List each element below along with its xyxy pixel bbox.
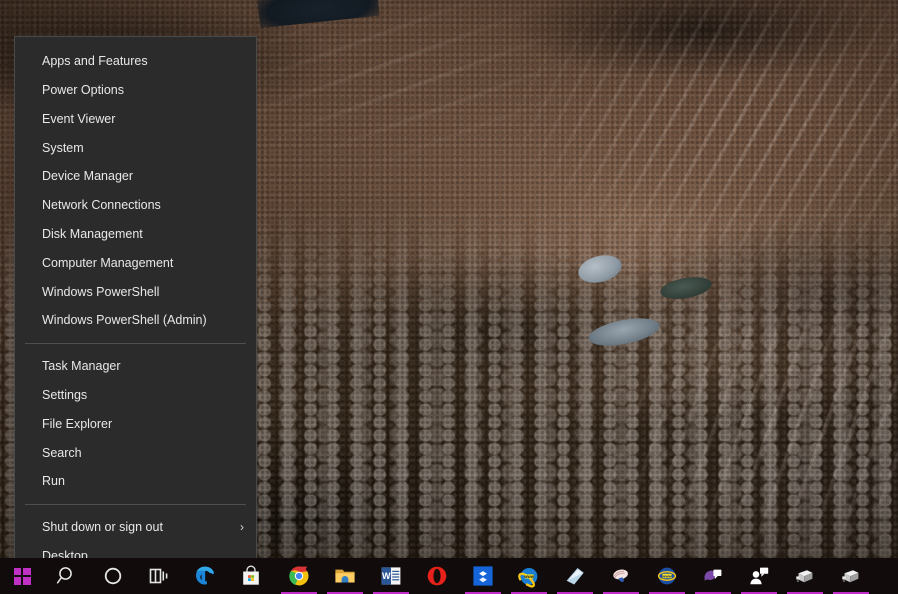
- chat-purple-icon: [704, 569, 722, 581]
- printer-alt-button[interactable]: [828, 558, 874, 594]
- menu-item-shut-down-or-sign-out[interactable]: Shut down or sign out ›: [15, 513, 256, 542]
- menu-item-windows-powershell[interactable]: Windows PowerShell: [15, 277, 256, 306]
- printer-button[interactable]: [782, 558, 828, 594]
- menu-item-label: Settings: [42, 387, 88, 402]
- menu-item-label: Computer Management: [42, 255, 174, 270]
- taskbar[interactable]: W www www: [0, 558, 898, 594]
- menu-item-file-explorer[interactable]: File Explorer: [15, 410, 256, 439]
- edge-button[interactable]: [182, 558, 228, 594]
- internet-explorer-button[interactable]: www: [506, 558, 552, 594]
- svg-text:www: www: [523, 574, 535, 579]
- contact-button[interactable]: [736, 558, 782, 594]
- menu-item-label: System: [42, 140, 84, 155]
- menu-item-disk-management[interactable]: Disk Management: [15, 220, 256, 249]
- menu-item-network-connections[interactable]: Network Connections: [15, 191, 256, 220]
- task-view-button[interactable]: [136, 558, 182, 594]
- menu-item-label: Windows PowerShell (Admin): [42, 313, 207, 328]
- menu-item-label: Disk Management: [42, 226, 143, 241]
- chrome-icon: [289, 566, 309, 586]
- menu-item-label: Search: [42, 445, 82, 460]
- microsoft-store-icon: [243, 565, 259, 585]
- file-explorer-icon: [335, 569, 355, 583]
- menu-item-power-options[interactable]: Power Options: [15, 76, 256, 105]
- menu-item-label: File Explorer: [42, 416, 113, 431]
- windows-logo-icon: [13, 567, 31, 585]
- menu-item-device-manager[interactable]: Device Manager: [15, 162, 256, 191]
- printer-icon: [796, 570, 813, 583]
- menu-item-label: Event Viewer: [42, 111, 116, 126]
- printer-alt-icon: [842, 570, 859, 583]
- menu-group-system: Apps and Features Power Options Event Vi…: [15, 37, 256, 335]
- menu-item-label: Run: [42, 474, 65, 489]
- svg-text:W: W: [382, 571, 391, 581]
- microsoft-store-button[interactable]: [228, 558, 274, 594]
- win-x-power-user-menu[interactable]: Apps and Features Power Options Event Vi…: [14, 36, 257, 563]
- dropbox-icon: [473, 566, 493, 586]
- edge-icon: [196, 566, 214, 585]
- shell-button[interactable]: [598, 558, 644, 594]
- contact-icon: [750, 567, 769, 585]
- menu-item-label: Task Manager: [42, 359, 121, 374]
- menu-item-label: Apps and Features: [42, 54, 148, 69]
- menu-separator-1: [25, 342, 246, 344]
- word-icon: W: [381, 567, 401, 585]
- menu-item-computer-management[interactable]: Computer Management: [15, 249, 256, 278]
- menu-item-system[interactable]: System: [15, 133, 256, 162]
- menu-item-search[interactable]: Search: [15, 438, 256, 467]
- globe-icon: www: [657, 567, 677, 585]
- menu-separator-2: [25, 503, 246, 505]
- menu-item-windows-powershell-admin[interactable]: Windows PowerShell (Admin): [15, 306, 256, 335]
- globe-button[interactable]: www: [644, 558, 690, 594]
- cortana-icon: [104, 567, 122, 585]
- file-explorer-button[interactable]: [322, 558, 368, 594]
- menu-item-label: Device Manager: [42, 169, 134, 184]
- opera-icon: [427, 566, 447, 586]
- menu-item-apps-and-features[interactable]: Apps and Features: [15, 47, 256, 76]
- menu-item-run[interactable]: Run: [15, 467, 256, 496]
- cortana-button[interactable]: [90, 558, 136, 594]
- chevron-right-icon: ›: [240, 520, 244, 535]
- task-view-icon: [149, 568, 168, 584]
- menu-item-settings[interactable]: Settings: [15, 381, 256, 410]
- menu-group-tools: Task Manager Settings File Explorer Sear…: [15, 352, 256, 496]
- menu-item-label: Network Connections: [42, 198, 161, 213]
- scanner-button[interactable]: [552, 558, 598, 594]
- svg-text:www: www: [661, 573, 672, 578]
- menu-item-event-viewer[interactable]: Event Viewer: [15, 105, 256, 134]
- opera-button[interactable]: [414, 558, 460, 594]
- menu-item-label: Power Options: [42, 82, 124, 97]
- search-icon: [56, 567, 72, 584]
- word-button[interactable]: W: [368, 558, 414, 594]
- shell-icon: [613, 569, 628, 582]
- menu-item-label: Windows PowerShell: [42, 284, 160, 299]
- dropbox-button[interactable]: [460, 558, 506, 594]
- start-button[interactable]: [0, 558, 44, 594]
- chrome-button[interactable]: [276, 558, 322, 594]
- search-button[interactable]: [44, 558, 90, 594]
- chat-purple-button[interactable]: [690, 558, 736, 594]
- menu-item-task-manager[interactable]: Task Manager: [15, 352, 256, 381]
- scanner-icon: [566, 568, 584, 585]
- internet-explorer-icon: www: [518, 568, 538, 588]
- menu-item-label: Shut down or sign out: [42, 520, 163, 535]
